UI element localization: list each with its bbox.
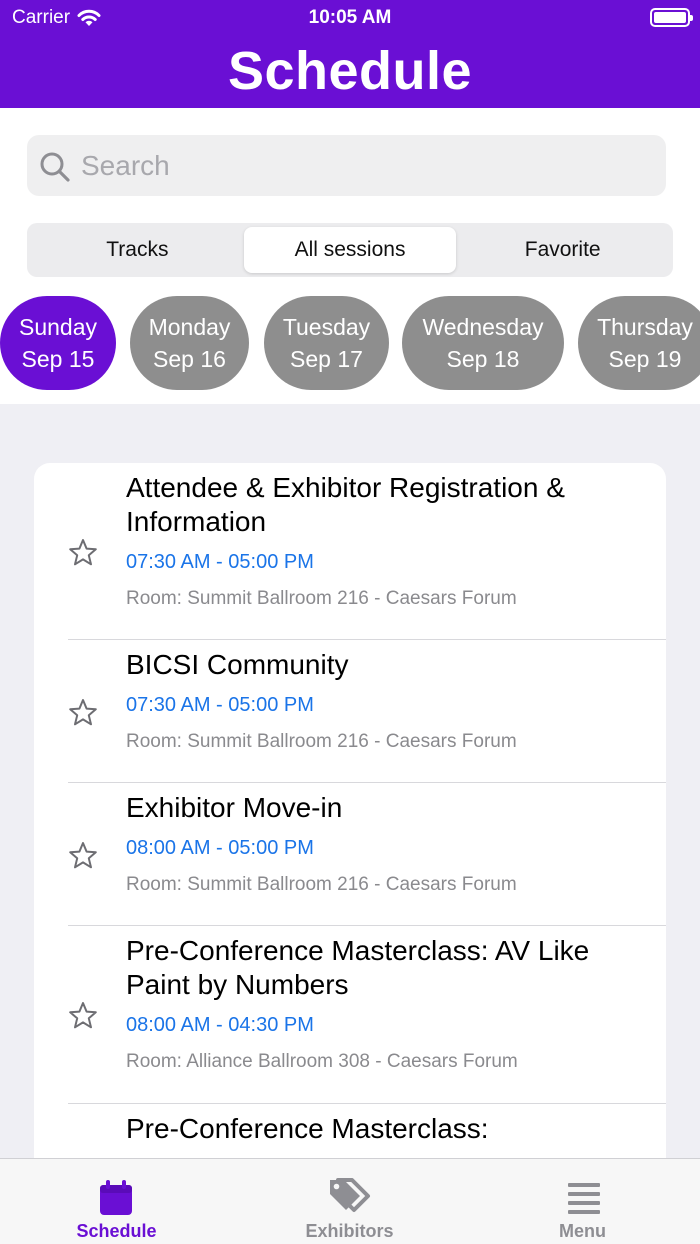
search-input[interactable]	[81, 135, 641, 196]
list-item[interactable]: Attendee & Exhibitor Registration & Info…	[34, 463, 666, 640]
session-list: Attendee & Exhibitor Registration & Info…	[34, 463, 666, 1244]
tab-menu[interactable]: Menu	[466, 1159, 699, 1244]
search-icon	[40, 152, 70, 182]
list-item[interactable]: Pre-Conference Masterclass: AV Like Pain…	[34, 926, 666, 1104]
tab-all-sessions[interactable]: All sessions	[243, 227, 457, 273]
session-time: 08:00 AM - 05:00 PM	[126, 837, 314, 859]
calendar-icon	[100, 1180, 132, 1215]
tab-schedule[interactable]: Schedule	[0, 1159, 233, 1244]
day-date: Sep 18	[446, 346, 520, 372]
day-sunday[interactable]: Sunday Sep 15	[0, 296, 116, 390]
battery-icon	[650, 8, 693, 27]
tab-favorite[interactable]: Favorite	[456, 227, 669, 273]
session-time: 07:30 AM - 05:00 PM	[126, 551, 314, 573]
session-title: Attendee & Exhibitor Registration & Info…	[126, 472, 565, 537]
session-time: 08:00 AM - 04:30 PM	[126, 1014, 314, 1036]
session-room: Room: Alliance Ballroom 308 - Caesars Fo…	[126, 1051, 518, 1072]
day-name: Wednesday	[422, 314, 544, 340]
day-tuesday[interactable]: Tuesday Sep 17	[264, 296, 389, 390]
day-name: Thursday	[597, 314, 693, 340]
day-wednesday[interactable]: Wednesday Sep 18	[402, 296, 564, 390]
tab-bar: Schedule Exhibitors Menu	[0, 1158, 700, 1244]
day-date: Sep 16	[153, 346, 226, 372]
session-title: Pre-Conference Masterclass:	[126, 1113, 489, 1144]
session-room: Room: Summit Ballroom 216 - Caesars Foru…	[126, 874, 517, 895]
tab-label: Exhibitors	[305, 1221, 394, 1241]
hamburger-menu-icon	[568, 1183, 600, 1214]
tab-label: Schedule	[76, 1221, 157, 1241]
status-time: 10:05 AM	[308, 7, 392, 28]
session-title: BICSI Community	[126, 649, 349, 680]
day-date: Sep 15	[21, 346, 95, 372]
tab-exhibitors[interactable]: Exhibitors	[233, 1159, 466, 1244]
day-selector: Sunday Sep 15 Monday Sep 16 Tuesday Sep …	[0, 296, 700, 390]
session-room: Room: Summit Ballroom 216 - Caesars Foru…	[126, 731, 517, 752]
session-filter-segmented-control: Tracks All sessions Favorite	[27, 223, 673, 277]
list-item[interactable]: BICSI Community 07:30 AM - 05:00 PM Room…	[34, 640, 666, 783]
day-date: Sep 19	[608, 346, 682, 372]
favorite-star-icon[interactable]	[67, 840, 99, 872]
tags-icon	[330, 1178, 370, 1212]
session-title: Pre-Conference Masterclass: AV Like Pain…	[126, 935, 590, 1000]
favorite-star-icon[interactable]	[67, 697, 99, 729]
session-time: 07:30 AM - 05:00 PM	[126, 694, 314, 716]
favorite-star-icon[interactable]	[67, 537, 99, 569]
day-monday[interactable]: Monday Sep 16	[130, 296, 249, 390]
day-name: Sunday	[18, 314, 97, 340]
filter-panel: Tracks All sessions Favorite Sunday Sep …	[0, 108, 700, 404]
day-date: Sep 17	[290, 346, 363, 372]
session-title: Exhibitor Move-in	[126, 792, 343, 823]
status-bar: Carrier 10:05 AM	[0, 0, 700, 36]
day-name: Tuesday	[282, 314, 371, 340]
session-room: Room: Summit Ballroom 216 - Caesars Foru…	[126, 588, 517, 609]
tab-tracks[interactable]: Tracks	[31, 227, 244, 273]
page-title: Schedule	[227, 41, 473, 101]
search-bar[interactable]	[27, 135, 666, 196]
day-thursday[interactable]: Thursday Sep 19	[578, 296, 700, 390]
list-item[interactable]: Exhibitor Move-in 08:00 AM - 05:00 PM Ro…	[34, 783, 666, 926]
tab-label: Menu	[559, 1221, 606, 1241]
day-name: Monday	[148, 314, 231, 340]
header: Carrier 10:05 AM Schedule	[0, 0, 700, 108]
favorite-star-icon[interactable]	[67, 1000, 99, 1032]
